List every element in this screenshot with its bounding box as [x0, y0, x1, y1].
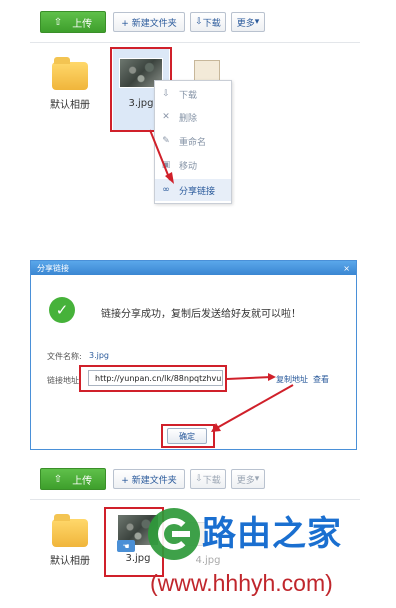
watermark-url: (www.hhhyh.com) [150, 570, 333, 596]
red-arrow-overlay [211, 373, 294, 432]
folder-label: 默认相册 [50, 556, 90, 567]
upload-icon: ⇧ [53, 473, 63, 485]
share-link-dialog: 分享链接 × ✓ 链接分享成功，复制后发送给好友就可以啦！ 文件名称: 3.jp… [30, 260, 357, 450]
upload-button[interactable]: ⇧ 上传 [40, 468, 106, 490]
new-folder-button[interactable]: + 新建文件夹 [113, 469, 185, 489]
caret-down-icon: ▾ [254, 474, 260, 484]
red-arrow-overlay [149, 129, 174, 184]
more-dropdown[interactable]: 更多 ▾ [231, 469, 265, 489]
watermark-brand: 路由之家 [202, 514, 342, 554]
download-icon: ⇩ [195, 474, 203, 484]
folder-icon[interactable] [52, 514, 88, 547]
download-button[interactable]: ⇩ 下载 [190, 469, 226, 489]
toolbar-divider [30, 499, 360, 500]
faded-file-label: 4.jpg [195, 555, 221, 566]
watermark-logo-icon [148, 508, 200, 560]
